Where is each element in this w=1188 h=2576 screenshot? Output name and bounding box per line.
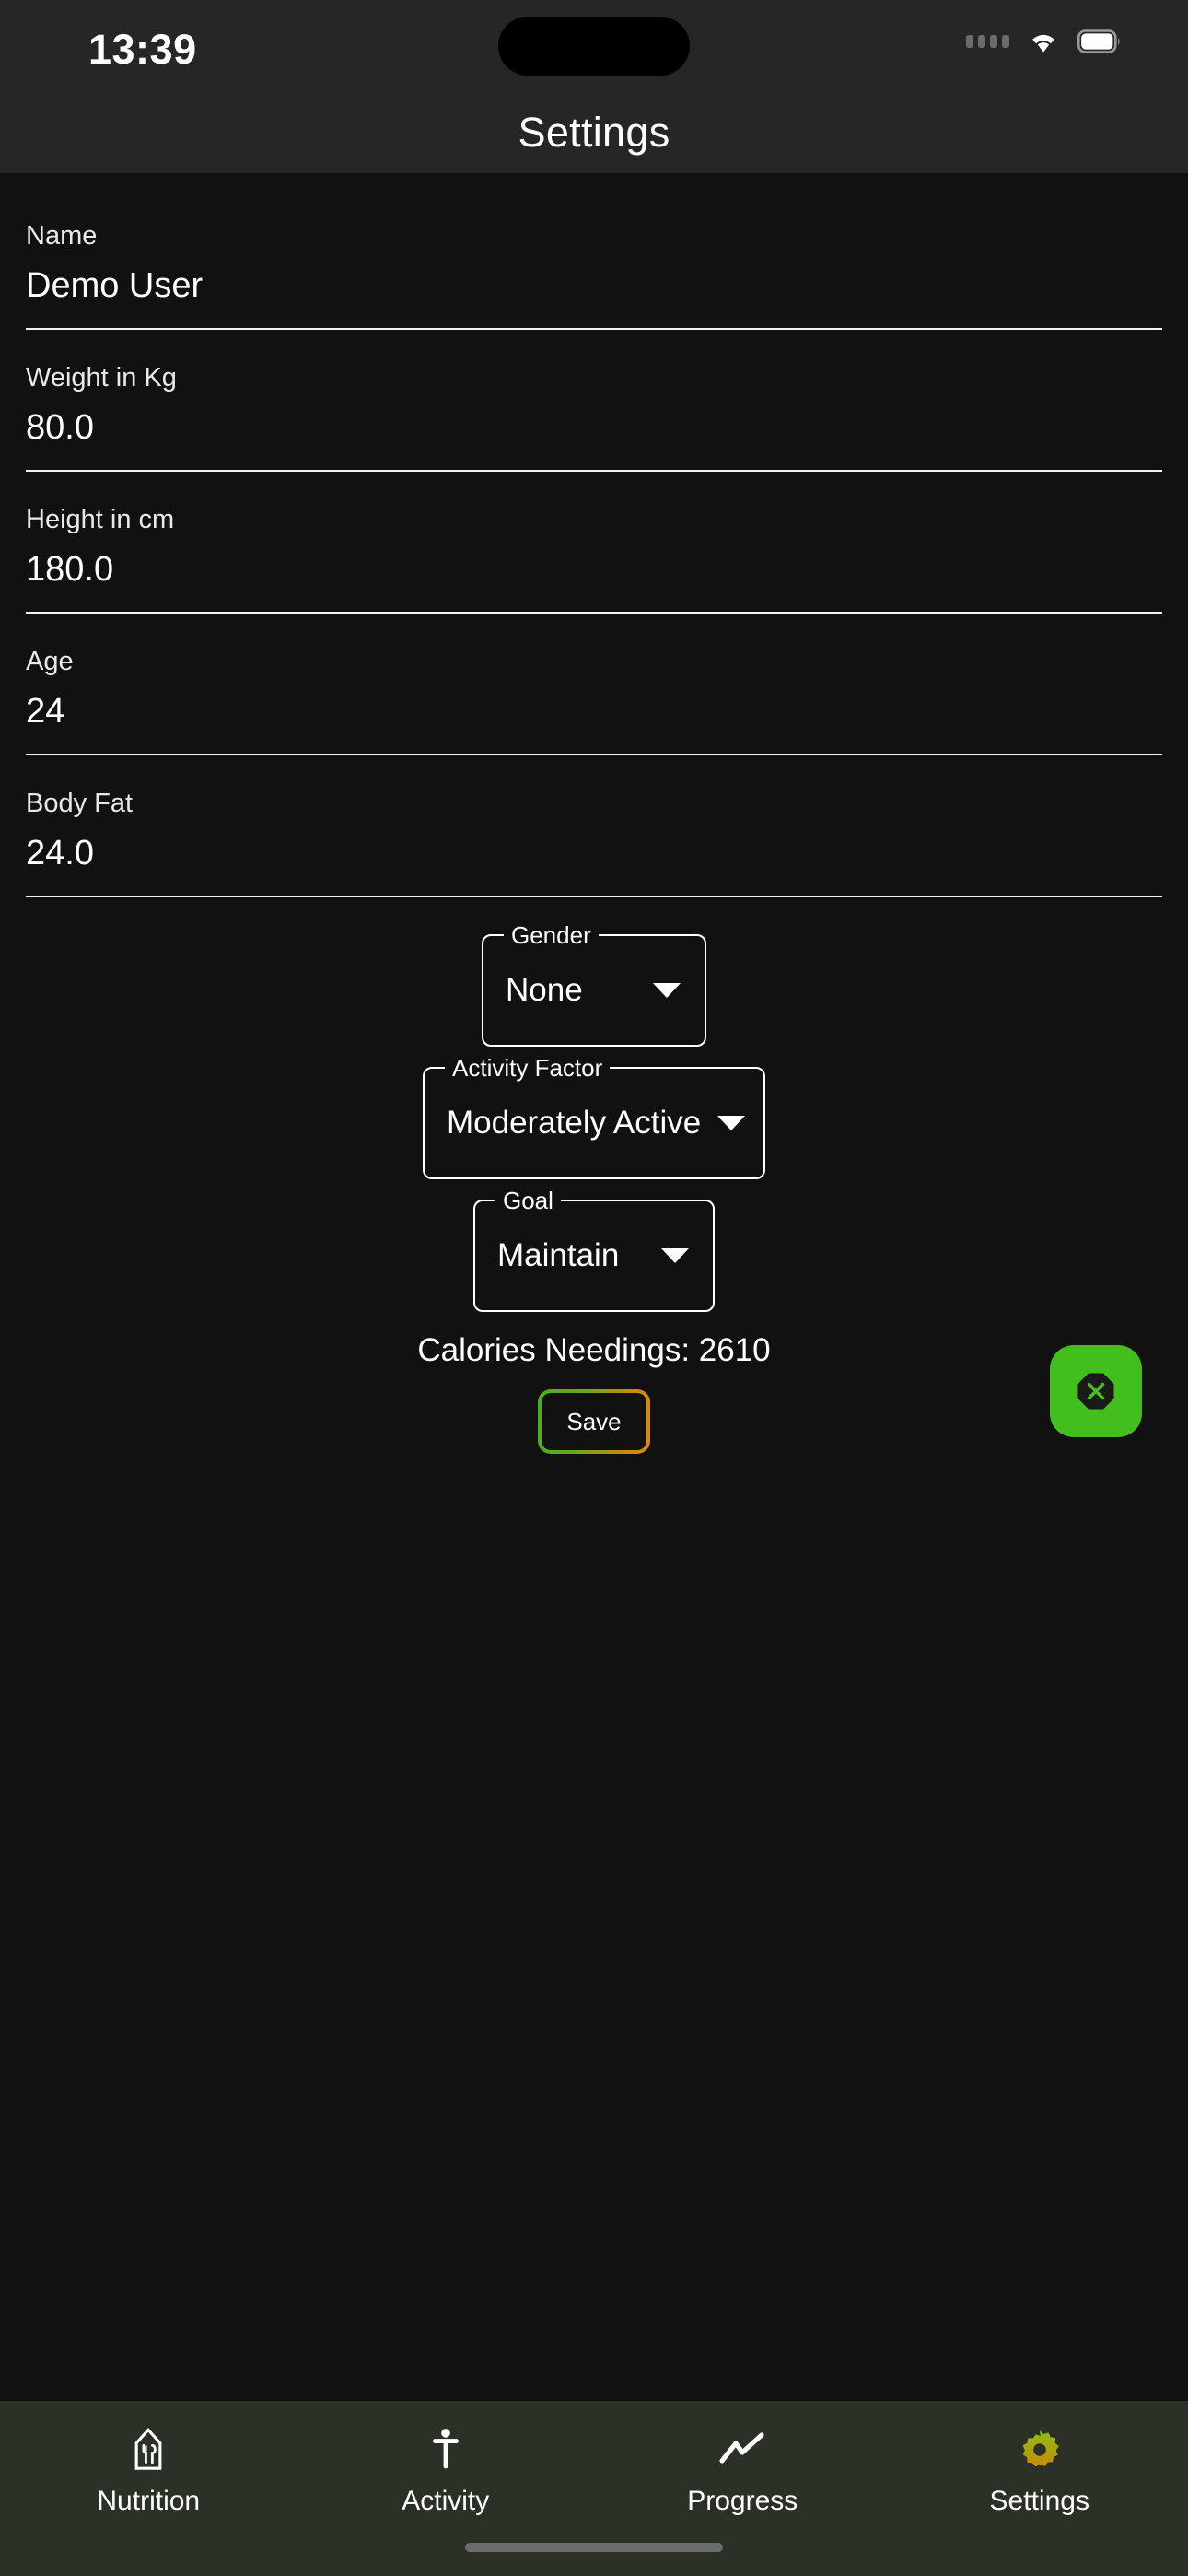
settings-body: Name Demo User Weight in Kg 80.0 Height … xyxy=(0,173,1188,2401)
action-row: Save xyxy=(0,1345,1188,1454)
calories-needings-text: Calories Needings: 2610 xyxy=(417,1332,771,1368)
field-height[interactable]: Height in cm 180.0 xyxy=(26,492,1162,614)
field-label: Body Fat xyxy=(26,789,134,818)
person-icon xyxy=(427,2427,464,2473)
header-zone: 13:39 Settings xyxy=(0,0,1188,173)
gender-select-legend: Gender xyxy=(504,920,599,950)
dynamic-island xyxy=(498,17,690,76)
nav-item-nutrition[interactable]: Nutrition xyxy=(0,2427,297,2517)
nav-label: Activity xyxy=(402,2486,490,2516)
field-label: Name xyxy=(26,221,98,251)
chevron-down-icon[interactable] xyxy=(661,1248,689,1263)
field-name[interactable]: Name Demo User xyxy=(26,208,1162,330)
gender-select[interactable]: Gender None xyxy=(482,920,706,1047)
wifi-icon xyxy=(1032,34,1054,53)
field-age[interactable]: Age 24 xyxy=(26,634,1162,755)
activity-factor-select[interactable]: Activity Factor Moderately Active xyxy=(423,1053,765,1179)
goal-select-legend: Goal xyxy=(495,1186,561,1215)
gear-icon xyxy=(1018,2427,1062,2473)
field-weight[interactable]: Weight in Kg 80.0 xyxy=(26,350,1162,472)
height-input[interactable]: 180.0 xyxy=(26,547,1162,591)
body-fat-input[interactable]: 24.0 xyxy=(26,831,1162,875)
weight-input[interactable]: 80.0 xyxy=(26,405,1162,450)
cellular-dots-icon xyxy=(966,35,1009,48)
status-bar-indicators xyxy=(966,29,1122,53)
nav-label: Progress xyxy=(687,2486,798,2516)
profile-form: Name Demo User Weight in Kg 80.0 Height … xyxy=(0,173,1188,897)
close-octagon-icon xyxy=(1077,1373,1114,1410)
nav-label: Nutrition xyxy=(97,2486,201,2516)
name-input[interactable]: Demo User xyxy=(26,263,1162,308)
status-bar-clock: 13:39 xyxy=(88,26,197,73)
chevron-down-icon[interactable] xyxy=(717,1116,746,1130)
close-fab-button[interactable] xyxy=(1050,1345,1142,1437)
nav-item-settings[interactable]: Settings xyxy=(891,2427,1188,2517)
save-button[interactable]: Save xyxy=(538,1389,650,1454)
gender-select-value: None xyxy=(506,972,583,1008)
select-group: Gender None Activity Factor Moderately A… xyxy=(0,918,1188,1312)
home-indicator[interactable] xyxy=(465,2543,723,2552)
nav-item-progress[interactable]: Progress xyxy=(594,2427,891,2517)
field-label: Weight in Kg xyxy=(26,363,177,392)
age-input[interactable]: 24 xyxy=(26,689,1162,733)
chevron-down-icon[interactable] xyxy=(653,983,681,998)
goal-select[interactable]: Goal Maintain xyxy=(473,1186,715,1312)
field-label: Height in cm xyxy=(26,505,175,534)
restaurant-icon xyxy=(128,2427,169,2473)
field-body-fat[interactable]: Body Fat 24.0 xyxy=(26,776,1162,897)
status-bar: 13:39 xyxy=(0,0,1188,92)
battery-icon xyxy=(1077,29,1120,53)
nav-label: Settings xyxy=(989,2486,1089,2516)
activity-factor-select-legend: Activity Factor xyxy=(445,1053,611,1083)
activity-factor-select-value: Moderately Active xyxy=(447,1105,702,1141)
nav-item-activity[interactable]: Activity xyxy=(297,2427,595,2517)
page-title: Settings xyxy=(518,109,670,156)
field-label: Age xyxy=(26,647,74,676)
phone-screen: 13:39 Settings Name Demo User Weight in … xyxy=(0,0,1188,2576)
goal-select-value: Maintain xyxy=(497,1237,620,1273)
trending-up-icon xyxy=(718,2427,766,2473)
